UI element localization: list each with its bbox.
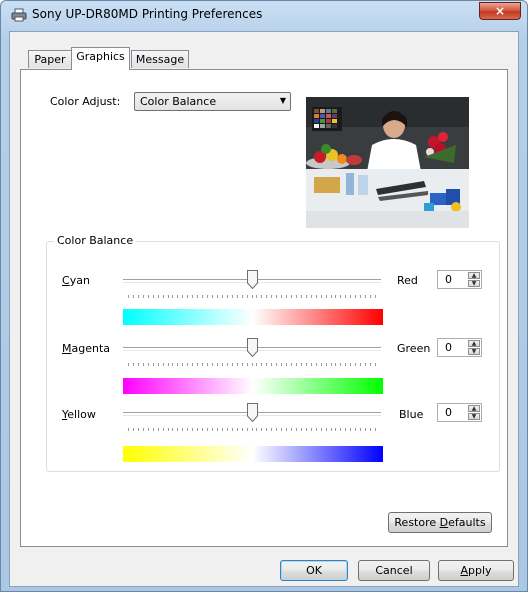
- color-adjust-label: Color Adjust:: [50, 95, 121, 108]
- yellow-blue-gradient-bar: [123, 446, 383, 462]
- cyan-mnemonic: C: [62, 274, 70, 287]
- restore-defaults-label-pre: Restore: [394, 516, 440, 529]
- title-bar[interactable]: Sony UP-DR80MD Printing Preferences ×: [1, 1, 527, 29]
- sample-preview-image: [306, 97, 469, 228]
- close-icon: ×: [494, 4, 506, 18]
- red-label: Red: [397, 274, 418, 287]
- tab-message-label: Message: [135, 53, 185, 66]
- cyan-label: Cyan: [62, 274, 90, 287]
- magenta-mnemonic: M: [62, 342, 72, 355]
- magenta-label: Magenta: [62, 342, 110, 355]
- spin-down-icon[interactable]: ▼: [468, 280, 480, 287]
- close-button[interactable]: ×: [479, 2, 521, 20]
- tab-graphics-label: Graphics: [76, 50, 125, 63]
- yellow-blue-slider-ticks: [128, 428, 376, 431]
- yellow-blue-slider-thumb[interactable]: [246, 403, 258, 422]
- apply-mnemonic: A: [460, 564, 468, 577]
- green-label: Green: [397, 342, 431, 355]
- yellow-blue-value-spinner[interactable]: 0 ▲ ▼: [437, 403, 482, 422]
- cyan-red-slider-ticks: [128, 295, 376, 298]
- cyan-red-slider-thumb[interactable]: [246, 270, 258, 289]
- spin-up-icon[interactable]: ▲: [468, 405, 480, 412]
- cyan-label-rest: yan: [69, 274, 90, 287]
- cyan-red-gradient-bar: [123, 309, 383, 325]
- tab-paper-label: Paper: [34, 53, 66, 66]
- magenta-green-slider-thumb[interactable]: [246, 338, 258, 357]
- yellow-label-rest: ellow: [67, 408, 96, 421]
- color-adjust-selected: Color Balance: [140, 95, 217, 108]
- chevron-down-icon: ▼: [279, 96, 286, 105]
- color-adjust-dropdown[interactable]: Color Balance ▼: [134, 92, 291, 111]
- magenta-green-slider-ticks: [128, 363, 376, 366]
- apply-label-rest: pply: [468, 564, 492, 577]
- cancel-button[interactable]: Cancel: [358, 560, 430, 581]
- cyan-red-value[interactable]: 0: [445, 273, 452, 286]
- ok-button[interactable]: OK: [280, 560, 348, 581]
- printer-icon: [11, 8, 27, 22]
- spin-down-icon[interactable]: ▼: [468, 413, 480, 420]
- magenta-green-value[interactable]: 0: [445, 341, 452, 354]
- tab-paper[interactable]: Paper: [28, 50, 72, 68]
- color-balance-title: Color Balance: [54, 234, 137, 247]
- color-checker-chart: [312, 107, 342, 131]
- yellow-blue-value[interactable]: 0: [445, 406, 452, 419]
- color-balance-group: [46, 241, 500, 472]
- tab-message[interactable]: Message: [131, 50, 189, 68]
- magenta-label-rest: agenta: [71, 342, 111, 355]
- spin-up-icon[interactable]: ▲: [468, 272, 480, 279]
- magenta-green-value-spinner[interactable]: 0 ▲ ▼: [437, 338, 482, 357]
- restore-defaults-mnemonic: D: [439, 516, 449, 529]
- spin-up-icon[interactable]: ▲: [468, 340, 480, 347]
- window-title: Sony UP-DR80MD Printing Preferences: [32, 7, 263, 21]
- spin-down-icon[interactable]: ▼: [468, 348, 480, 355]
- cyan-red-value-spinner[interactable]: 0 ▲ ▼: [437, 270, 482, 289]
- restore-defaults-label-post: efaults: [448, 516, 486, 529]
- apply-button[interactable]: Apply: [438, 560, 514, 581]
- blue-label: Blue: [399, 408, 424, 421]
- yellow-label: Yellow: [62, 408, 96, 421]
- tab-graphics[interactable]: Graphics: [71, 47, 130, 70]
- magenta-green-gradient-bar: [123, 378, 383, 394]
- restore-defaults-button[interactable]: Restore Defaults: [388, 512, 492, 533]
